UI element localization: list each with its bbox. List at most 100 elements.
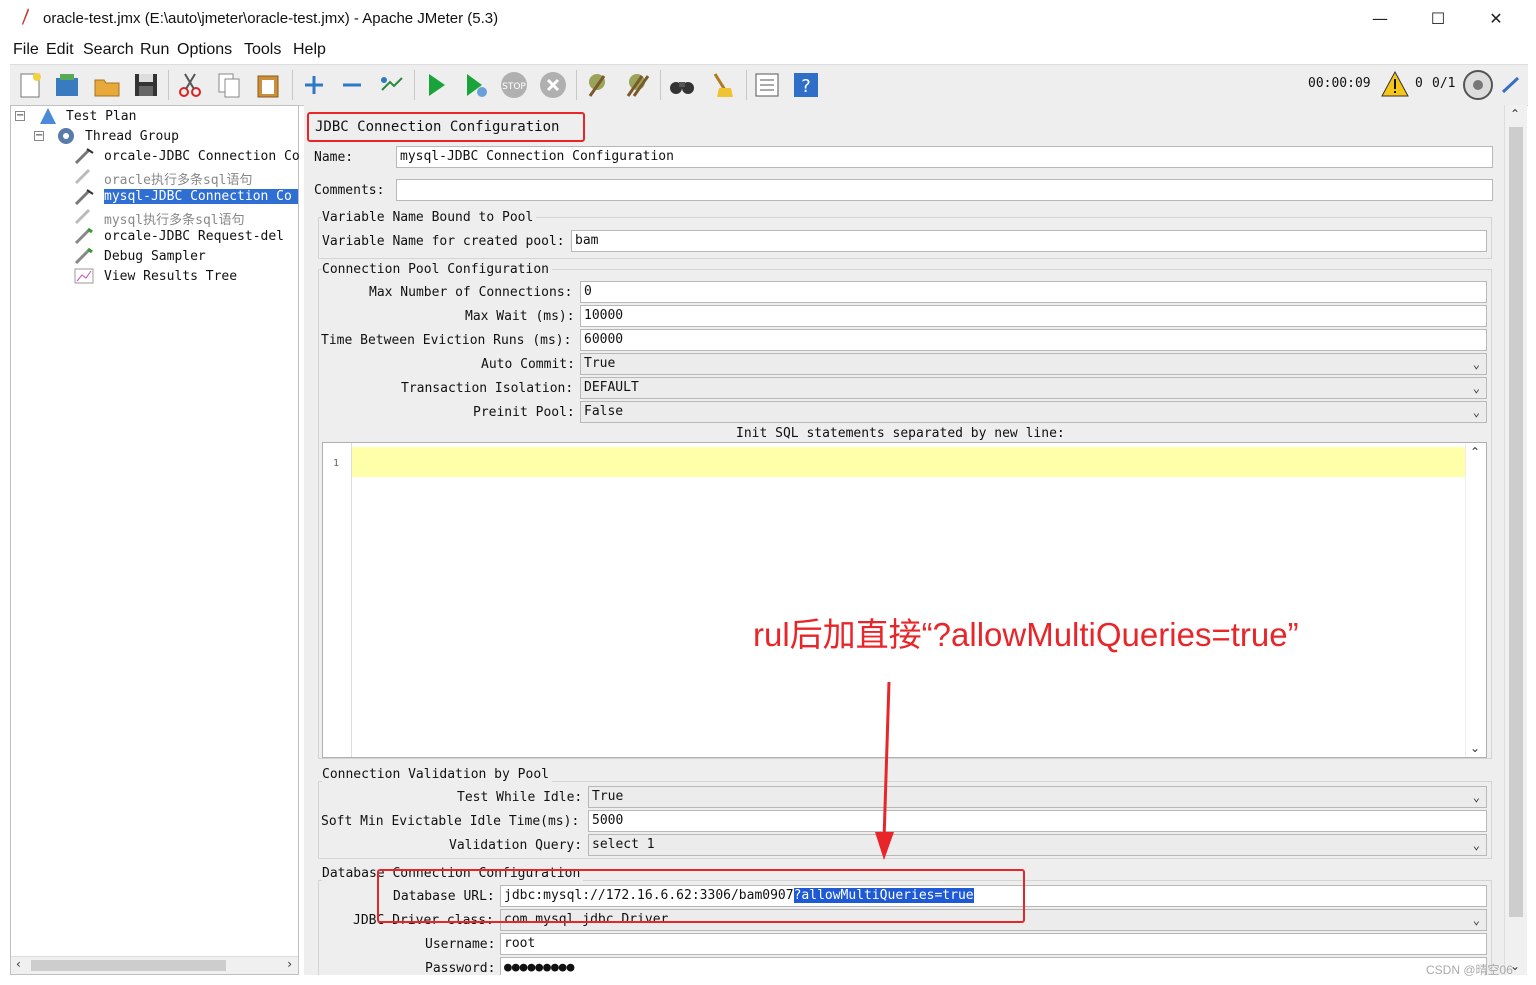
collapse-test-plan-toggle[interactable]: −: [15, 111, 25, 121]
toolbar: STOP ? 00:00:09 0 0/1: [10, 64, 1528, 106]
start-no-pauses-icon[interactable]: [460, 70, 490, 100]
tree-item-mysql-jdbc-config[interactable]: mysql-JDBC Connection Co: [104, 189, 298, 204]
chevron-down-icon: ⌄: [1472, 790, 1480, 804]
svg-text:STOP: STOP: [502, 82, 526, 92]
connection-pool-group-title: Connection Pool Configuration: [322, 262, 552, 277]
start-icon[interactable]: [421, 70, 451, 100]
scroll-left-icon[interactable]: ‹: [16, 957, 21, 971]
templates-icon[interactable]: [52, 70, 82, 100]
svg-text:?: ?: [801, 76, 811, 97]
cut-icon[interactable]: [175, 70, 205, 100]
chevron-down-icon: ⌄: [1472, 913, 1480, 927]
pool-variable-input[interactable]: bam: [571, 230, 1487, 252]
menu-options[interactable]: Options: [177, 41, 232, 59]
open-icon[interactable]: [92, 70, 122, 100]
tree-test-plan[interactable]: Test Plan: [66, 109, 136, 124]
sampler-pen-icon: [74, 227, 93, 245]
test-while-idle-select[interactable]: True ⌄: [588, 786, 1487, 808]
warning-count: 0: [1415, 76, 1423, 91]
name-input[interactable]: mysql-JDBC Connection Configuration: [396, 146, 1493, 168]
chevron-down-icon[interactable]: ⌄: [1470, 741, 1480, 755]
test-plan-tree: − Test Plan − Thread Group orcale-JDBC C…: [10, 105, 300, 975]
init-sql-label: Init SQL statements separated by new lin…: [736, 426, 1065, 441]
comments-input[interactable]: [396, 179, 1493, 201]
collapse-all-icon[interactable]: [337, 70, 367, 100]
max-connections-label: Max Number of Connections:: [369, 285, 573, 300]
preinit-pool-select[interactable]: False ⌄: [580, 401, 1487, 423]
save-icon[interactable]: [131, 70, 161, 100]
reset-search-icon[interactable]: [707, 70, 737, 100]
log-viewer-icon[interactable]: [1500, 74, 1522, 96]
transaction-isolation-select[interactable]: DEFAULT ⌄: [580, 377, 1487, 399]
tree-thread-group[interactable]: Thread Group: [85, 129, 179, 144]
menu-file[interactable]: File: [13, 41, 39, 59]
test-plan-icon: [40, 108, 56, 124]
editor-vertical-scrollbar[interactable]: ⌃ ⌄: [1465, 443, 1486, 757]
chevron-up-icon[interactable]: ⌃: [1470, 445, 1480, 459]
menu-bar: File Edit Search Run Options Tools Help: [0, 38, 1536, 64]
password-label: Password:: [425, 961, 496, 975]
tree-item-view-results-tree[interactable]: View Results Tree: [104, 269, 237, 284]
menu-run[interactable]: Run: [140, 41, 169, 59]
tree-scroll-thumb[interactable]: [31, 960, 226, 971]
toggle-icon[interactable]: [376, 70, 406, 100]
stop-icon[interactable]: STOP: [499, 70, 529, 100]
name-label: Name:: [314, 150, 354, 165]
tree-item-mysql-sql[interactable]: mysql执行多条sql语句: [104, 209, 245, 228]
tree-item-debug-sampler[interactable]: Debug Sampler: [104, 249, 206, 264]
url-highlight-box: [377, 869, 1025, 923]
auto-commit-select[interactable]: True ⌄: [580, 353, 1487, 375]
line-number: 1: [333, 458, 340, 469]
paste-icon[interactable]: [253, 70, 283, 100]
validation-query-label: Validation Query:: [449, 838, 583, 853]
scroll-right-icon[interactable]: ›: [287, 957, 292, 971]
maximize-button[interactable]: ☐: [1415, 6, 1461, 32]
window-title: oracle-test.jmx (E:\auto\jmeter\oracle-t…: [43, 10, 499, 27]
comments-label: Comments:: [314, 183, 385, 198]
clear-icon[interactable]: [582, 70, 612, 100]
help-icon[interactable]: ?: [791, 70, 821, 100]
new-icon[interactable]: [15, 70, 45, 100]
config-wrench-icon: [74, 148, 94, 165]
tree-item-oracle-jdbc-config[interactable]: orcale-JDBC Connection Co: [104, 149, 300, 164]
title-highlight-box: [307, 112, 585, 142]
function-helper-icon[interactable]: [752, 70, 782, 100]
copy-icon[interactable]: [214, 70, 244, 100]
max-connections-input[interactable]: 0: [580, 281, 1487, 303]
menu-tools[interactable]: Tools: [244, 41, 281, 59]
tree-horizontal-scrollbar[interactable]: ‹ ›: [11, 956, 298, 974]
menu-edit[interactable]: Edit: [46, 41, 74, 59]
username-input[interactable]: root: [500, 933, 1487, 955]
shutdown-icon[interactable]: [538, 70, 568, 100]
max-wait-input[interactable]: 10000: [580, 305, 1487, 327]
password-input[interactable]: ●●●●●●●●●: [500, 957, 1487, 975]
soft-min-idle-input[interactable]: 5000: [588, 810, 1487, 832]
panel-vertical-scrollbar[interactable]: ⌃ ⌄: [1504, 105, 1527, 975]
chevron-up-icon[interactable]: ⌃: [1510, 107, 1520, 121]
collapse-thread-group-toggle[interactable]: −: [34, 131, 44, 141]
sampler-pen-icon: [74, 168, 91, 185]
search-icon[interactable]: [667, 70, 697, 100]
panel-scroll-thumb[interactable]: [1509, 127, 1523, 917]
menu-search[interactable]: Search: [83, 41, 134, 59]
warning-icon[interactable]: [1380, 70, 1410, 98]
elapsed-timer: 00:00:09: [1308, 76, 1371, 91]
tree-item-oracle-jdbc-request[interactable]: orcale-JDBC Request-del: [104, 229, 284, 244]
tree-item-oracle-sql[interactable]: oracle执行多条sql语句: [104, 169, 252, 188]
validation-query-select[interactable]: select 1 ⌄: [588, 834, 1487, 856]
transaction-isolation-value: DEFAULT: [584, 380, 639, 395]
eviction-runs-label: Time Between Eviction Runs (ms):: [321, 333, 572, 348]
test-while-idle-value: True: [592, 789, 624, 804]
menu-help[interactable]: Help: [293, 41, 326, 59]
current-line-highlight: [352, 447, 1466, 477]
eviction-runs-input[interactable]: 60000: [580, 329, 1487, 351]
pool-variable-label: Variable Name for created pool:: [322, 234, 565, 249]
expand-all-icon[interactable]: [299, 70, 329, 100]
results-tree-icon: [74, 268, 94, 284]
title-bar: oracle-test.jmx (E:\auto\jmeter\oracle-t…: [0, 0, 1536, 38]
minimize-button[interactable]: —: [1357, 6, 1403, 32]
close-button[interactable]: ✕: [1473, 6, 1519, 32]
chevron-down-icon: ⌄: [1472, 838, 1480, 852]
sampler-pen-icon: [74, 247, 93, 265]
clear-all-icon[interactable]: [622, 70, 652, 100]
